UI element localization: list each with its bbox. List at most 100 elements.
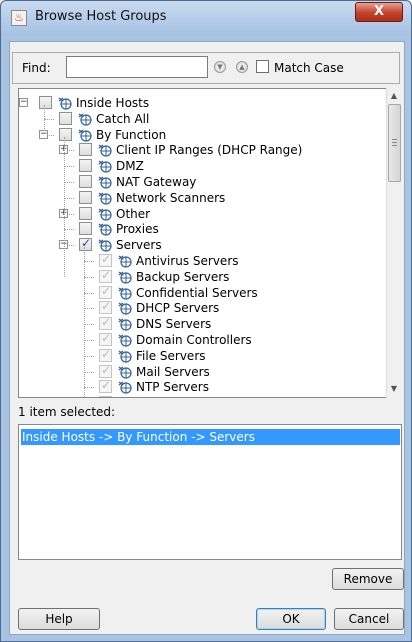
tree-node-checkbox[interactable] — [99, 347, 112, 362]
tree-node-checkbox[interactable] — [79, 222, 92, 236]
tree-node[interactable]: − Inside Hosts — [19, 95, 379, 111]
tree-node-label: NAT Gateway — [116, 175, 197, 189]
tree-node-label: Servers — [116, 238, 162, 253]
tree-node-label: File Servers — [136, 348, 206, 363]
selected-item[interactable]: Inside Hosts -> By Function -> Servers — [21, 429, 400, 445]
tree-node[interactable]: Mail Servers — [19, 363, 379, 380]
find-label: Find: — [22, 61, 51, 75]
remove-button[interactable]: Remove — [332, 568, 404, 590]
host-group-icon — [78, 128, 92, 142]
selection-count: 1 item selected: — [18, 405, 116, 419]
tree-scrollbar[interactable]: ▲ ▼ — [386, 88, 402, 398]
tree-node-checkbox[interactable] — [79, 159, 92, 173]
host-group-icon — [98, 207, 112, 221]
tree-node-label: Mail Servers — [136, 364, 210, 379]
tree-node[interactable]: Network Scanners — [19, 190, 379, 206]
tree-node-checkbox[interactable] — [79, 190, 92, 204]
collapse-toggle-icon[interactable]: − — [19, 98, 28, 107]
tree-node-label: DNS Servers — [136, 317, 212, 332]
tree-node-label: Backup Servers — [136, 269, 230, 284]
host-group-icon — [118, 349, 132, 363]
tree-node-checkbox[interactable] — [79, 175, 92, 188]
tree-node-checkbox[interactable] — [99, 315, 112, 331]
tree-node[interactable]: Backup Servers — [19, 268, 379, 285]
tree-node-checkbox[interactable] — [79, 143, 92, 157]
scroll-down-arrow[interactable]: ▼ — [389, 384, 399, 394]
host-group-icon — [118, 333, 132, 347]
tree-node-checkbox[interactable] — [59, 127, 72, 141]
window-title: Browse Host Groups — [35, 9, 167, 24]
tree-node[interactable]: DNS Servers — [19, 315, 379, 332]
find-previous-icon[interactable]: ▼ — [214, 61, 226, 73]
tree-node-checkbox[interactable] — [59, 111, 72, 125]
tree-node[interactable]: NTP Servers — [19, 378, 379, 395]
tree-node[interactable]: + Other — [19, 206, 379, 222]
tree-node[interactable]: Proxies — [19, 221, 379, 237]
host-group-icon — [118, 270, 132, 284]
tree-node[interactable]: − By Function — [19, 127, 379, 143]
ok-button[interactable]: OK — [256, 608, 326, 630]
tree-node[interactable]: SMS Servers — [19, 394, 379, 397]
selected-items-list[interactable]: Inside Hosts -> By Function -> Servers — [18, 424, 402, 560]
tree-node[interactable]: File Servers — [19, 347, 379, 364]
host-group-icon — [78, 112, 92, 126]
find-next-icon[interactable]: ▲ — [236, 61, 248, 73]
tree-node-label: Other — [116, 206, 151, 221]
tree-node-checkbox[interactable] — [99, 268, 112, 283]
host-group-icon — [58, 96, 72, 110]
scroll-up-arrow[interactable]: ▲ — [389, 91, 399, 101]
title-bar[interactable]: ♨ Browse Host Groups X — [1, 1, 411, 35]
tree-node[interactable]: + Client IP Ranges (DHCP Range) — [19, 142, 379, 158]
tree-node[interactable]: Catch All — [19, 111, 379, 127]
tree-guide-line — [64, 137, 65, 277]
scroll-thumb[interactable] — [388, 104, 401, 182]
tree-guide-line — [44, 105, 45, 131]
host-group-icon — [98, 238, 112, 252]
tree-node[interactable]: DHCP Servers — [19, 299, 379, 316]
tree-node-checkbox[interactable] — [99, 378, 112, 394]
tree-node-checkbox[interactable] — [99, 252, 112, 267]
tree-node-label: Antivirus Servers — [136, 254, 239, 268]
tree-node[interactable]: −Servers — [19, 236, 379, 253]
find-input[interactable] — [66, 56, 208, 78]
tree-node-checkbox[interactable] — [39, 96, 52, 109]
tree-node-checkbox[interactable] — [99, 363, 112, 378]
tree-node-label: Domain Controllers — [136, 333, 252, 347]
tree-node-label: Network Scanners — [116, 190, 226, 205]
help-button[interactable]: Help — [18, 608, 100, 630]
tree-node[interactable]: Domain Controllers — [19, 331, 379, 348]
tree-node-label: Client IP Ranges (DHCP Range) — [116, 143, 303, 158]
tree-node[interactable]: NAT Gateway — [19, 174, 379, 190]
tree-node-checkbox[interactable] — [99, 394, 112, 397]
match-case-checkbox[interactable] — [256, 60, 269, 73]
host-group-icon — [118, 286, 132, 300]
tree-node-checkbox[interactable] — [79, 206, 92, 220]
tree-node-label: DHCP Servers — [136, 301, 220, 316]
match-case-label: Match Case — [274, 61, 344, 75]
tree-node-checkbox[interactable] — [99, 284, 112, 299]
tree-node-checkbox[interactable] — [99, 331, 112, 346]
tree-node-checkbox[interactable] — [79, 236, 92, 252]
cancel-button[interactable]: Cancel — [334, 608, 404, 630]
java-cup-icon: ♨ — [11, 10, 27, 26]
host-group-icon — [118, 254, 132, 268]
tree-node-label: Proxies — [116, 222, 159, 237]
tree-node[interactable]: DMZ — [19, 158, 379, 174]
tree-node-label: Catch All — [96, 111, 150, 126]
host-group-icon — [98, 222, 112, 236]
tree-node-label: Inside Hosts — [76, 96, 150, 110]
tree-node[interactable]: Confidential Servers — [19, 284, 379, 301]
tree-guide-line — [84, 247, 85, 397]
close-button[interactable]: X — [355, 2, 403, 22]
tree-node[interactable]: Antivirus Servers — [19, 252, 379, 269]
host-group-tree[interactable]: − Inside Hosts Catch All − By Function + Clien… — [18, 88, 402, 398]
tree-node-checkbox[interactable] — [99, 299, 112, 315]
host-group-icon — [118, 317, 132, 331]
host-group-icon — [118, 396, 132, 397]
host-group-icon — [118, 301, 132, 315]
host-group-icon — [98, 175, 112, 189]
tree-node-label: By Function — [96, 127, 167, 142]
host-group-icon — [98, 191, 112, 205]
host-group-icon — [118, 380, 132, 394]
tree-node-label: DMZ — [116, 159, 144, 174]
